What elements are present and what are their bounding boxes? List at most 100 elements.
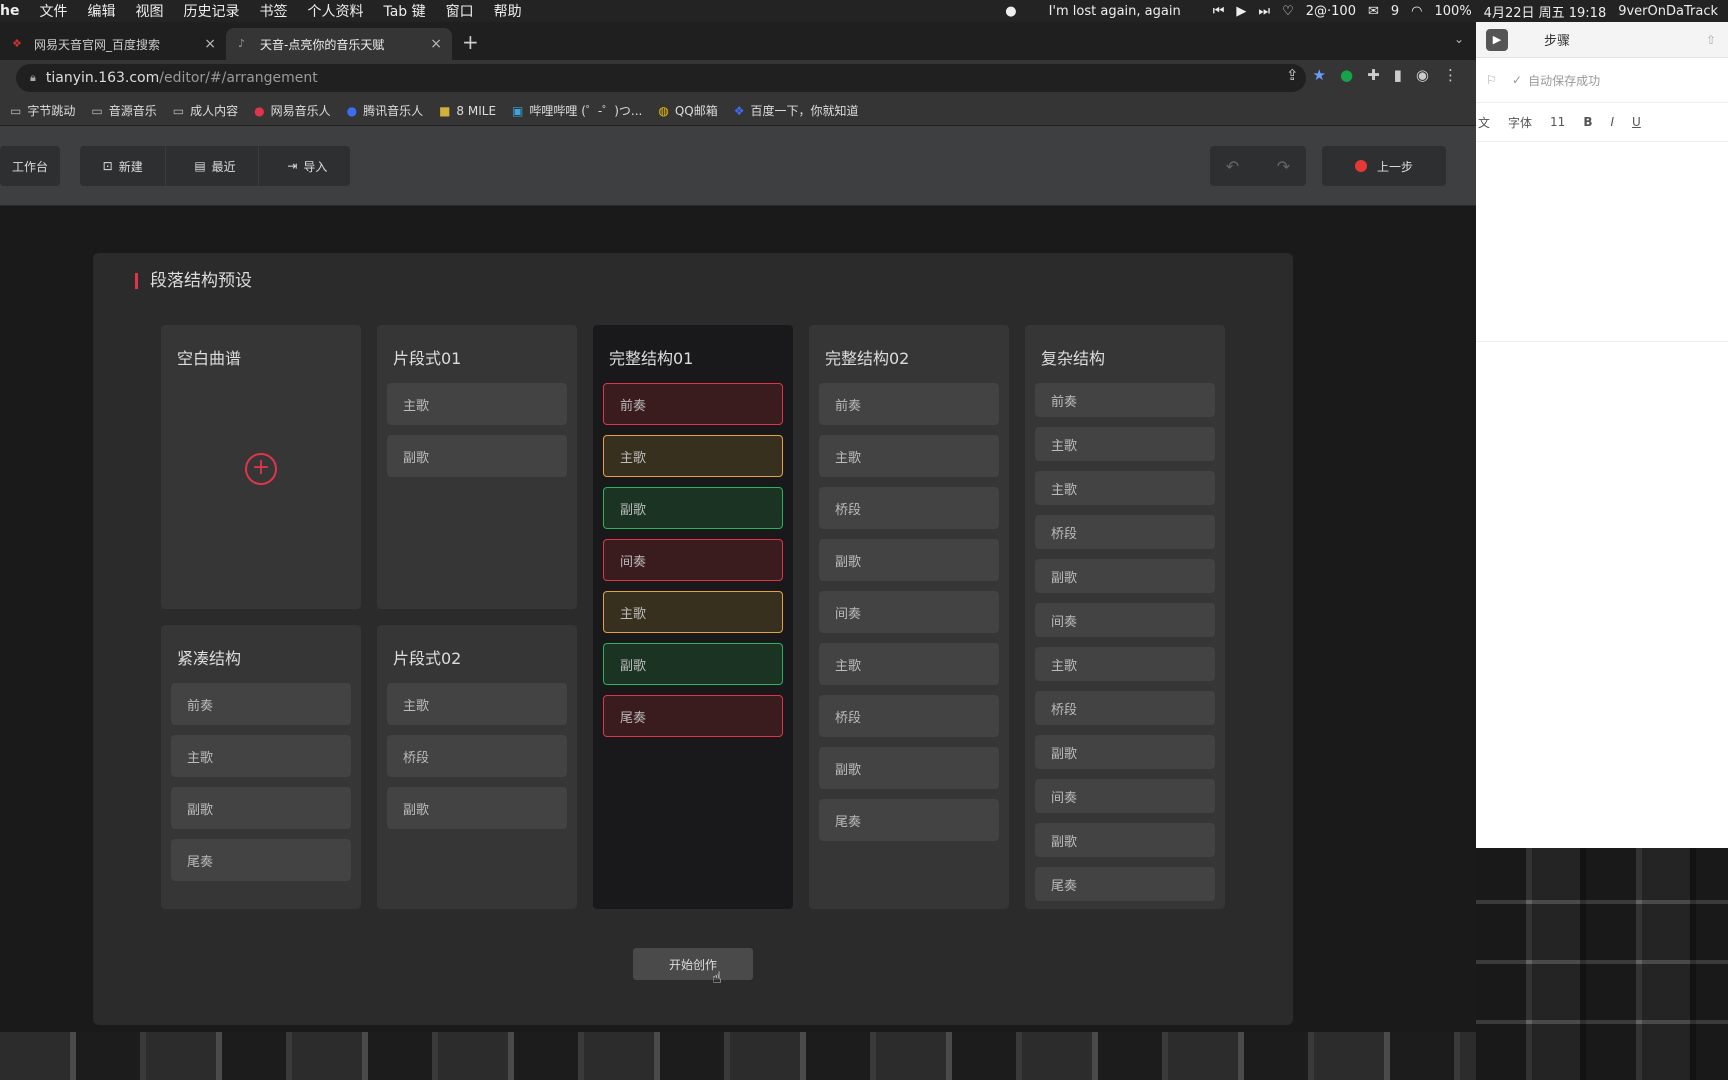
heart-icon[interactable]: ♡ — [1282, 4, 1294, 19]
preset-card-fragment02[interactable]: 片段式02 主歌 桥段 副歌 — [377, 625, 577, 909]
recent-button-label: 最近 — [211, 159, 236, 174]
next-track-icon[interactable]: ⏭ — [1258, 4, 1270, 19]
segment-chip: 副歌 — [171, 787, 351, 829]
menubar-item-profile[interactable]: 个人资料 — [307, 1, 363, 21]
recent-button[interactable]: ▤ 最近 — [172, 146, 259, 186]
add-plus-icon[interactable]: + — [245, 453, 277, 485]
profile-avatar-icon[interactable]: ◉ — [1416, 66, 1429, 84]
import-button[interactable]: ⇥ 导入 — [265, 146, 350, 186]
underline-button[interactable]: U — [1632, 115, 1641, 129]
menubar-user[interactable]: 9verOnDaTrack — [1618, 4, 1718, 19]
bookmark-link[interactable]: ▣ 哔哩哔哩 (゜-゜)つ... — [512, 102, 642, 119]
close-tab-icon[interactable]: × — [204, 36, 216, 52]
menubar-item-window[interactable]: 窗口 — [446, 1, 474, 21]
tab-search-chevron-icon[interactable]: ⌄ — [1454, 32, 1464, 46]
preset-card-full02[interactable]: 完整结构02 前奏 主歌 桥段 副歌 间奏 主歌 桥段 副歌 尾奏 — [809, 325, 1009, 909]
preset-card-fragment01[interactable]: 片段式01 主歌 副歌 — [377, 325, 577, 609]
undo-icon[interactable]: ↶ — [1210, 157, 1255, 176]
bookmark-folder[interactable]: ▭ 音源音乐 — [91, 102, 156, 119]
menubar-app-name[interactable]: he — [0, 3, 19, 19]
doc-app-icon[interactable]: ▶ — [1486, 28, 1508, 51]
new-button-label: 新建 — [118, 159, 143, 174]
eight-mile-icon: ■ — [439, 103, 451, 118]
doc-title[interactable]: 步骤 — [1544, 30, 1570, 49]
bilibili-icon: ▣ — [512, 103, 524, 118]
bookmark-link[interactable]: ❖ 百度一下，你就知道 — [734, 102, 859, 119]
bookmark-link[interactable]: ● 腾讯音乐人 — [347, 102, 424, 119]
netease-music-icon: ● — [254, 103, 265, 118]
menubar-item-view[interactable]: 视图 — [135, 1, 163, 21]
bookmark-label: 8 MILE — [456, 103, 497, 118]
media-app-icon[interactable]: ● — [1005, 4, 1016, 19]
preset-card-full01[interactable]: 完整结构01 前奏 主歌 副歌 间奏 主歌 副歌 尾奏 — [593, 325, 793, 909]
start-creating-button[interactable]: 开始创作 — [633, 948, 753, 980]
menubar-item-edit[interactable]: 编辑 — [87, 1, 115, 21]
menubar-item-file[interactable]: 文件 — [39, 1, 67, 21]
autosave-status: 自动保存成功 — [1528, 73, 1601, 88]
segment-chip: 主歌 — [819, 643, 999, 685]
wechat-icon[interactable]: ✉ — [1368, 4, 1379, 19]
preset-card-complex[interactable]: 复杂结构 前奏 主歌 主歌 桥段 副歌 间奏 主歌 桥段 副歌 间奏 副歌 尾奏 — [1025, 325, 1225, 909]
close-tab-icon[interactable]: × — [430, 36, 442, 52]
play-icon[interactable]: ▶ — [1236, 4, 1246, 19]
bookmark-label: 网易音乐人 — [270, 104, 331, 118]
bookmark-link[interactable]: ● 网易音乐人 — [254, 102, 331, 119]
prev-step-button[interactable]: 上一步 — [1322, 146, 1446, 186]
bold-button[interactable]: B — [1583, 115, 1592, 129]
segment-chip: 副歌 — [387, 787, 567, 829]
bookmark-icon[interactable]: ⚐ — [1486, 73, 1497, 87]
bookmark-link[interactable]: ◍ QQ邮箱 — [658, 102, 717, 119]
cloud-upload-icon[interactable]: ⇧ — [1706, 33, 1716, 47]
menubar-item-bookmarks[interactable]: 书签 — [259, 1, 287, 21]
preset-card-blank[interactable]: 空白曲谱 + — [161, 325, 361, 609]
editor-toolbar: 工作台 ⊡ 新建 ▤ 最近 ⇥ 导入 ↶ ↷ 上一步 — [0, 126, 1476, 206]
datetime[interactable]: 4月22日 周五 19:18 — [1484, 2, 1607, 21]
menubar-item-history[interactable]: 历史记录 — [183, 1, 239, 21]
prev-step-label: 上一步 — [1376, 159, 1413, 174]
counter-status[interactable]: 2@·100 — [1306, 4, 1356, 19]
card-title: 紧凑结构 — [177, 649, 242, 668]
import-icon: ⇥ — [287, 159, 298, 173]
segment-chip: 副歌 — [819, 747, 999, 789]
share-icon[interactable]: ⇪ — [1286, 66, 1299, 84]
segment-chip: 副歌 — [819, 539, 999, 581]
italic-button[interactable]: I — [1610, 115, 1614, 129]
tab-tianyin[interactable]: ♪ 天音-点亮你的音乐天赋 × — [226, 28, 452, 60]
bookmark-folder[interactable]: ▭ 成人内容 — [173, 102, 238, 119]
tab-baidu-search[interactable]: ❖ 网易天音官网_百度搜索 × — [0, 28, 226, 60]
address-input[interactable]: 🔒︎ tianyin.163.com/editor/#/arrangement — [16, 64, 1306, 92]
grammarly-extension-icon[interactable]: ● — [1340, 66, 1353, 84]
previous-track-icon[interactable]: ⏮ — [1213, 4, 1225, 19]
segment-chip: 间奏 — [1035, 779, 1215, 813]
folder-icon: ▭ — [10, 103, 22, 118]
bookmark-link[interactable]: ■ 8 MILE — [439, 104, 496, 118]
address-bar-row: 🔒︎ tianyin.163.com/editor/#/arrangement … — [0, 60, 1476, 96]
bookmark-folder[interactable]: ▭ 字节跳动 — [10, 102, 75, 119]
preset-card-compact[interactable]: 紧凑结构 前奏 主歌 副歌 尾奏 — [161, 625, 361, 909]
battery-percent[interactable]: 100% — [1435, 4, 1472, 19]
new-tab-button[interactable]: + — [462, 30, 479, 54]
redo-icon[interactable]: ↷ — [1261, 157, 1306, 176]
lock-icon[interactable]: 🔒︎ — [30, 71, 36, 85]
font-size-select[interactable]: 11 — [1550, 115, 1565, 129]
segment-chip: 主歌 — [387, 383, 567, 425]
lang-select[interactable]: 文 — [1478, 114, 1490, 131]
tab-title: 网易天音官网_百度搜索 — [34, 37, 161, 52]
tab-strip: ❖ 网易天音官网_百度搜索 × ♪ 天音-点亮你的音乐天赋 × + ⌄ — [0, 22, 1476, 60]
bookmark-label: 成人内容 — [190, 104, 239, 118]
card-title: 复杂结构 — [1041, 349, 1106, 368]
font-select[interactable]: 字体 — [1508, 114, 1532, 131]
now-playing[interactable]: I'm lost again, again — [1049, 4, 1181, 19]
menubar-item-tab[interactable]: Tab 键 — [383, 1, 425, 21]
new-button[interactable]: ⊡ 新建 — [80, 146, 167, 186]
file-button-group: ⊡ 新建 ▤ 最近 ⇥ 导入 — [80, 146, 350, 186]
segment-chip: 副歌 — [1035, 735, 1215, 769]
side-panel-icon[interactable]: ▮ — [1394, 66, 1402, 84]
wifi-icon[interactable]: ◠ — [1411, 4, 1422, 19]
workspace-button[interactable]: 工作台 — [0, 146, 60, 186]
doc-body[interactable] — [1476, 142, 1728, 342]
extensions-icon[interactable]: ✚ — [1367, 66, 1380, 84]
more-menu-icon[interactable]: ⋮ — [1443, 66, 1458, 84]
menubar-item-help[interactable]: 帮助 — [494, 1, 522, 21]
bookmark-star-icon[interactable]: ★ — [1313, 66, 1326, 84]
